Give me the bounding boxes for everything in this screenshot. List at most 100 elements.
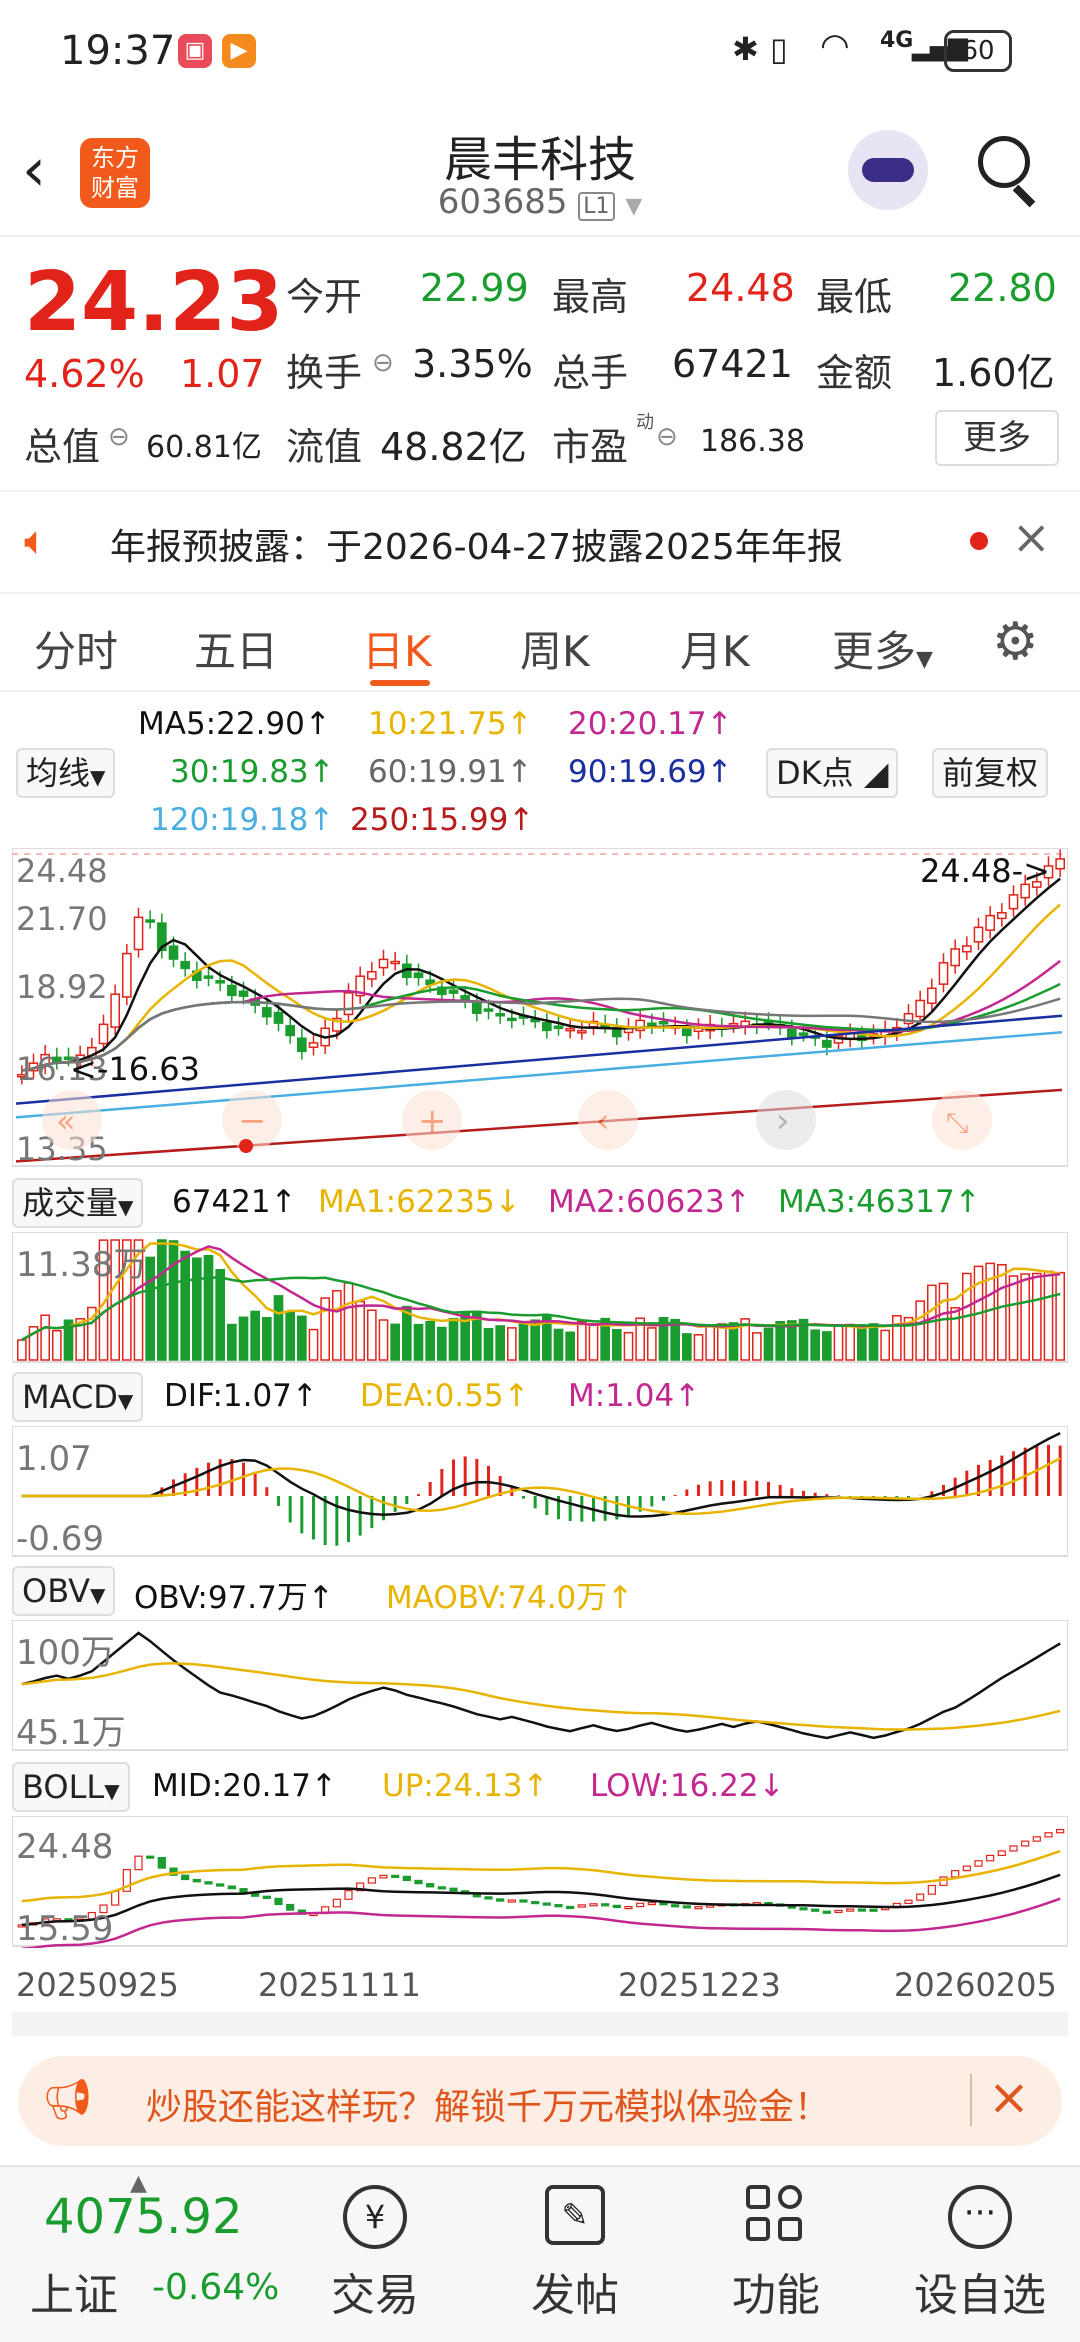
close-icon[interactable]: ×: [988, 2068, 1030, 2126]
notification-play-icon: ▶: [222, 34, 256, 68]
kline-y-label: 18.92: [16, 968, 108, 1006]
nav-function[interactable]: 功能: [706, 2259, 846, 2323]
obv-selector-label: OBV: [22, 1572, 91, 1610]
kline-chart[interactable]: 24.48 21.70 18.92 16.13 13.35 24.48-> <-…: [12, 848, 1068, 1168]
robot-assistant-icon[interactable]: [848, 130, 928, 210]
open-value: 22.99: [420, 266, 529, 310]
tab-day-k[interactable]: 日K: [362, 618, 432, 679]
volume-label: 总手: [552, 351, 629, 395]
macd-selector[interactable]: MACD▼: [12, 1372, 144, 1422]
obv-y-bottom: 45.1万: [16, 1713, 126, 1752]
amount-label: 金额: [816, 351, 893, 395]
ma90-label: 90:19.69↑: [568, 754, 733, 790]
function-icon[interactable]: [746, 2185, 806, 2245]
turnover-value: 3.35%: [412, 342, 533, 386]
ma-selector[interactable]: 均线▼: [16, 748, 116, 798]
notification-app-icon: ▣: [178, 34, 212, 68]
boll-y-top: 24.48: [16, 1827, 113, 1867]
nav-post[interactable]: 发帖: [505, 2259, 645, 2323]
pe-label: 市盈: [552, 425, 629, 469]
index-value[interactable]: 4075.92: [44, 2189, 243, 2245]
promo-banner[interactable]: 📢︎ 炒股还能这样玩？解锁千万元模拟体验金！ ×: [18, 2056, 1062, 2146]
stock-code: 603685: [437, 182, 568, 222]
obv-selector[interactable]: OBV▼: [12, 1566, 116, 1616]
stock-header: ‹ 东方财富 晨丰科技 603685 L1 ▼: [0, 100, 1080, 237]
high-marker: 24.48->: [920, 852, 1050, 890]
status-bar: 19:37 ▣ ▶ ✱ ▯ ◠ 4G ▂▄▆ 60: [0, 0, 1080, 100]
close-icon[interactable]: ×: [1012, 510, 1051, 564]
volume-selector[interactable]: 成交量▼: [12, 1178, 144, 1228]
tab-fenshi[interactable]: 分时: [34, 618, 118, 679]
ma-selector-label: 均线: [26, 754, 91, 792]
boll-selector-label: BOLL: [22, 1768, 105, 1806]
kline-y-label: 21.70: [16, 900, 108, 938]
bottom-nav: ▲ 4075.92 上证 -0.64% ¥ 交易 ✎ 发帖 功能 ··· 设自选: [0, 2165, 1080, 2342]
date-label: 20260205: [894, 1966, 1057, 2004]
svg-text:⤡: ⤡: [946, 1106, 968, 1139]
bluetooth-icon: ✱: [732, 30, 759, 68]
adjust-button[interactable]: 前复权: [932, 748, 1049, 798]
tab-week-k[interactable]: 周K: [520, 618, 590, 679]
float-value: 48.82亿: [380, 425, 527, 469]
nav-watchlist[interactable]: 设自选: [910, 2259, 1050, 2323]
info-icon[interactable]: ⊖: [656, 422, 678, 452]
scroll-track: [12, 2012, 1068, 2036]
svg-text:›: ›: [776, 1101, 790, 1141]
post-icon[interactable]: ✎: [545, 2185, 605, 2245]
unread-dot: [970, 532, 988, 550]
wifi-icon: ◠: [820, 26, 850, 66]
dk-button[interactable]: DK点 ◢: [766, 748, 899, 798]
volume-ma3: MA3:46317↑: [778, 1184, 981, 1220]
macd-chart[interactable]: 1.07 -0.69: [12, 1426, 1068, 1558]
float-label: 流值: [286, 425, 363, 469]
obv-value: OBV:97.7万↑: [134, 1580, 334, 1616]
volume-chart[interactable]: 11.38万: [12, 1232, 1068, 1364]
info-icon[interactable]: ⊖: [108, 422, 130, 452]
index-change: -0.64%: [152, 2267, 280, 2308]
maobv-value: MAOBV:74.0万↑: [386, 1580, 634, 1616]
pe-sup: 动: [636, 412, 654, 433]
obv-chart[interactable]: 100万 45.1万: [12, 1620, 1068, 1752]
ma10-label: 10:21.75↑: [368, 706, 533, 742]
settings-gear-icon[interactable]: ⚙: [992, 612, 1039, 672]
date-label: 20250925: [16, 1966, 179, 2004]
svg-text:«: «: [56, 1102, 76, 1140]
speaker-icon: 🔈︎: [24, 518, 48, 564]
obv-y-top: 100万: [16, 1633, 115, 1673]
nav-trade[interactable]: 交易: [305, 2259, 445, 2323]
battery-icon: 60: [944, 30, 1012, 72]
ma20-label: 20:20.17↑: [568, 706, 733, 742]
promo-divider: [970, 2074, 972, 2126]
macd-m: M:1.04↑: [568, 1378, 701, 1414]
vibrate-icon: ▯: [770, 30, 788, 68]
boll-chart[interactable]: 24.48 15.59: [12, 1816, 1068, 1948]
more-quote-button[interactable]: 更多: [935, 410, 1059, 466]
mcap-label: 总值: [24, 425, 101, 469]
tab-more-label: 更多: [832, 627, 917, 676]
tab-month-k[interactable]: 月K: [680, 618, 750, 679]
signal-dot: [239, 1139, 253, 1153]
boll-low: LOW:16.22↓: [590, 1768, 785, 1804]
dropdown-icon: ▼: [625, 194, 643, 219]
low-marker: <-16.63: [70, 1050, 200, 1088]
more-dots-icon[interactable]: ···: [948, 2185, 1012, 2249]
date-label: 20251111: [258, 1966, 421, 2004]
search-icon[interactable]: [978, 136, 1030, 188]
boll-up: UP:24.13↑: [382, 1768, 549, 1804]
macd-dea: DEA:0.55↑: [360, 1378, 530, 1414]
turnover-label: 换手: [286, 351, 363, 395]
status-time: 19:37: [60, 28, 176, 74]
pe-value: 186.38: [700, 424, 805, 459]
kline-y-label: 24.48: [16, 852, 108, 890]
tab-more[interactable]: 更多▼: [832, 618, 933, 679]
boll-selector[interactable]: BOLL▼: [12, 1762, 130, 1812]
ma5-label: MA5:22.90↑: [138, 706, 331, 742]
open-label: 今开: [286, 275, 363, 319]
info-icon[interactable]: ⊖: [372, 348, 394, 378]
notice-bar[interactable]: 🔈︎ 年报预披露：于2026-04-27披露2025年年报 ×: [0, 490, 1080, 594]
high-value: 24.48: [686, 266, 795, 310]
amount-value: 1.60亿: [932, 351, 1055, 395]
trade-icon[interactable]: ¥: [343, 2185, 407, 2249]
tab-five-day[interactable]: 五日: [194, 618, 278, 679]
network-label: 4G: [880, 28, 914, 53]
